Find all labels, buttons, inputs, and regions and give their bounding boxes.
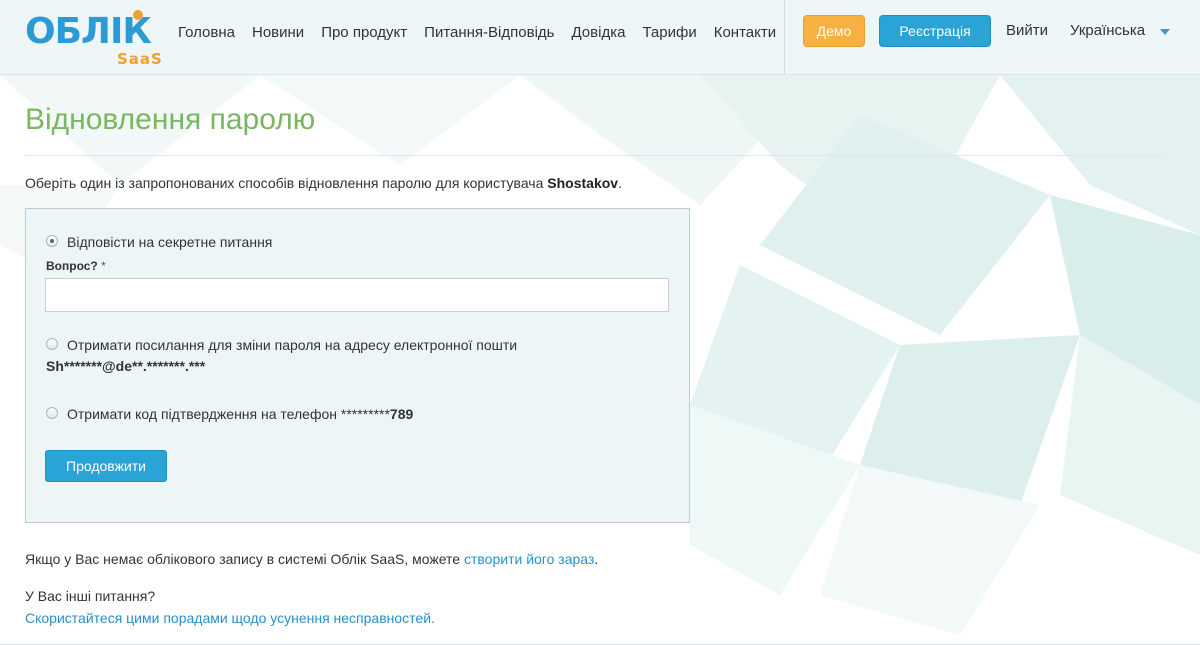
- phone-tail: 789: [389, 406, 414, 422]
- logo-sub-text: SaaS: [117, 50, 163, 68]
- nav-item-pricing[interactable]: Тарифи: [642, 24, 696, 41]
- intro-prefix: Оберіть один із запропонованих способів …: [25, 175, 548, 191]
- no-account-text: Якщо у Вас немає облікового запису в сис…: [25, 551, 598, 567]
- demo-button[interactable]: Демо: [803, 15, 865, 47]
- nav-item-product[interactable]: Про продукт: [321, 24, 407, 41]
- logo[interactable]: ОБЛІК SaaS: [25, 10, 170, 68]
- troubleshooting-tips-link[interactable]: Скористайтеся цими порадами щодо усуненн…: [25, 610, 431, 626]
- nav-item-home[interactable]: Головна: [178, 24, 235, 41]
- option-phone-text: Отримати код підтвердження на телефон **…: [67, 406, 390, 422]
- masked-email: Sh*******@de**.*******.***: [46, 358, 206, 374]
- secret-answer-input[interactable]: [45, 278, 669, 312]
- header-divider: [784, 0, 785, 75]
- radio-phone[interactable]: [46, 407, 58, 419]
- option-secret-question[interactable]: Відповісти на секретне питання: [46, 233, 272, 251]
- nav-item-news[interactable]: Новини: [252, 24, 304, 41]
- nav-item-faq[interactable]: Питання-Відповідь: [424, 24, 554, 41]
- other-questions-text: У Вас інші питання?: [25, 588, 156, 604]
- page-title: Відновлення паролю: [25, 103, 316, 136]
- nav-item-contacts[interactable]: Контакти: [714, 24, 776, 41]
- radio-email[interactable]: [46, 338, 58, 350]
- recovery-form-panel: Відповісти на секретне питання Вопрос? *…: [25, 208, 690, 523]
- intro-suffix: .: [618, 175, 622, 191]
- top-header: ОБЛІК SaaS Головна Новини Про продукт Пи…: [0, 0, 1200, 75]
- question-label-text: Вопрос?: [46, 259, 98, 273]
- continue-button[interactable]: Продовжити: [45, 450, 167, 482]
- username: Shostakov: [547, 175, 619, 191]
- logo-main-text: ОБЛІК: [25, 11, 152, 52]
- option-secret-label: Відповісти на секретне питання: [67, 234, 273, 250]
- intro-text: Оберіть один із запропонованих способів …: [25, 175, 622, 191]
- chevron-down-icon[interactable]: [1160, 29, 1170, 35]
- logout-link[interactable]: Вийти: [1006, 22, 1048, 39]
- option-email-label: Отримати посилання для зміни пароля на а…: [67, 337, 518, 353]
- create-account-link[interactable]: створити його зараз: [464, 551, 594, 567]
- no-account-suffix: .: [594, 551, 599, 567]
- radio-secret-question[interactable]: [46, 235, 58, 247]
- required-mark: *: [101, 259, 106, 273]
- option-phone[interactable]: Отримати код підтвердження на телефон **…: [46, 405, 413, 423]
- tips-line: Скористайтеся цими порадами щодо усуненн…: [25, 610, 435, 626]
- main-nav: Головна Новини Про продукт Питання-Відпо…: [178, 24, 793, 41]
- tips-suffix: .: [431, 610, 435, 626]
- question-label: Вопрос? *: [46, 259, 106, 273]
- logo-dot-icon: [133, 10, 143, 20]
- language-select[interactable]: Українська: [1070, 22, 1145, 39]
- no-account-prefix: Якщо у Вас немає облікового запису в сис…: [25, 551, 464, 567]
- option-email[interactable]: Отримати посилання для зміни пароля на а…: [46, 336, 517, 354]
- register-button[interactable]: Реєстрація: [879, 15, 991, 47]
- nav-item-help[interactable]: Довідка: [571, 24, 625, 41]
- title-divider: [25, 155, 1165, 156]
- option-phone-label: Отримати код підтвердження на телефон **…: [67, 405, 413, 423]
